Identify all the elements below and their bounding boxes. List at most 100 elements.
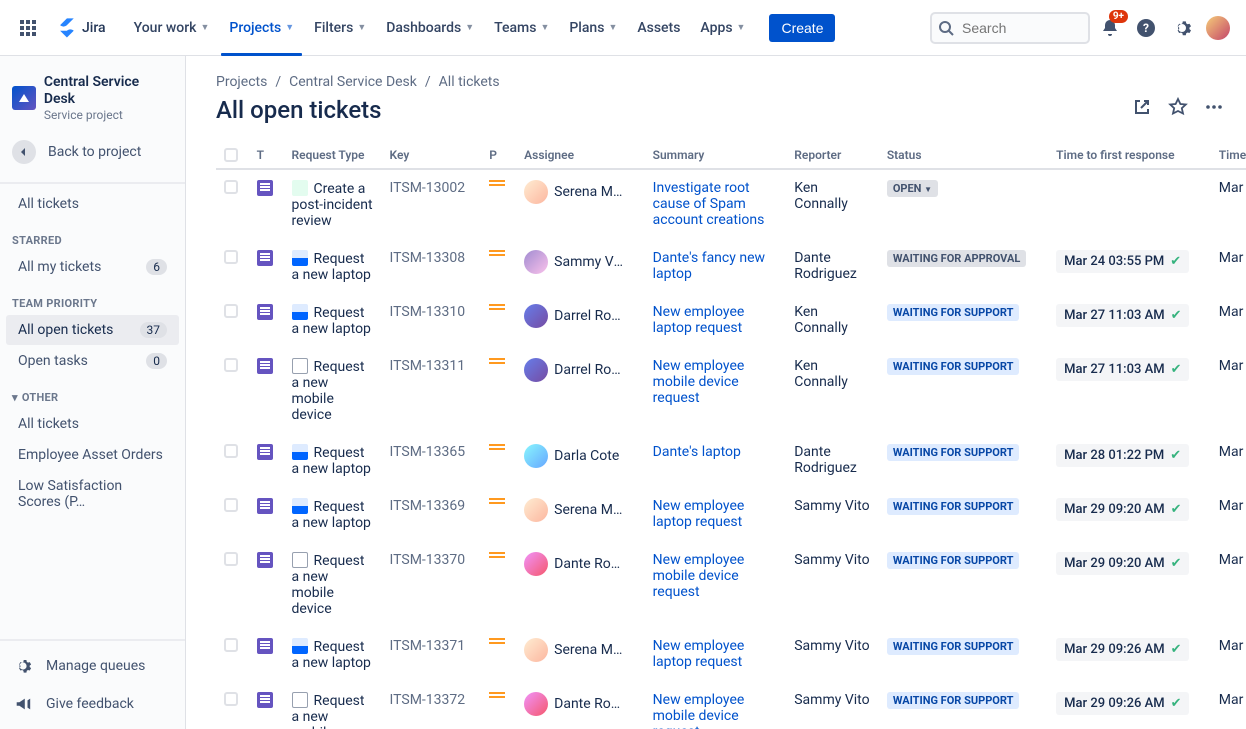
avatar [524,552,548,576]
sidebar-item[interactable]: Low Satisfaction Scores (P… [6,471,179,517]
back-to-project[interactable]: Back to project [0,130,185,174]
search-input[interactable] [930,12,1090,44]
summary-link[interactable]: New employee mobile device request [653,358,745,406]
status-badge[interactable]: WAITING FOR SUPPORT [887,692,1020,709]
sidebar-item[interactable]: All tickets [6,409,179,439]
sidebar-item[interactable]: Employee Asset Orders [6,440,179,470]
nav-apps[interactable]: Apps▼ [692,14,753,42]
col-header[interactable] [216,142,249,169]
table-row[interactable]: Request a new mobile deviceITSM-13370Dan… [216,542,1246,628]
more-icon[interactable] [1198,91,1230,123]
page-title: All open tickets [216,96,382,124]
issue-key[interactable]: ITSM-13310 [382,294,482,348]
row-checkbox[interactable] [224,552,238,566]
col-header[interactable]: Key [382,142,482,169]
col-header[interactable]: Request Type [284,142,382,169]
summary-link[interactable]: Dante's laptop [653,444,741,460]
priority-icon [489,552,505,562]
sla-badge: Mar 28 01:22 PM ✔ [1056,444,1189,467]
app-switcher-icon[interactable] [12,12,44,44]
col-header[interactable]: Reporter [786,142,879,169]
col-header[interactable]: P [481,142,516,169]
summary-link[interactable]: New employee laptop request [653,304,745,336]
nav-teams[interactable]: Teams▼ [486,14,557,42]
col-header[interactable]: Status [879,142,1048,169]
row-checkbox[interactable] [224,250,238,264]
issue-key[interactable]: ITSM-13311 [382,348,482,434]
issue-key[interactable]: ITSM-13372 [382,682,482,729]
status-badge[interactable]: WAITING FOR SUPPORT [887,638,1020,655]
status-badge[interactable]: OPEN ▼ [887,180,938,197]
col-header[interactable]: Time to [1211,142,1246,169]
profile-button[interactable] [1202,12,1234,44]
section-other[interactable]: ▾ OTHER [0,377,185,408]
status-badge[interactable]: WAITING FOR SUPPORT [887,498,1020,515]
issue-key[interactable]: ITSM-13369 [382,488,482,542]
nav-plans[interactable]: Plans▼ [561,14,625,42]
summary-link[interactable]: Investigate root cause of Spam account c… [653,180,765,228]
status-badge[interactable]: WAITING FOR SUPPORT [887,552,1020,569]
nav-your-work[interactable]: Your work▼ [126,14,218,42]
table-row[interactable]: Request a new laptopITSM-13369Serena Meh… [216,488,1246,542]
breadcrumb-item[interactable]: Central Service Desk [289,74,417,90]
issue-key[interactable]: ITSM-13370 [382,542,482,628]
row-checkbox[interactable] [224,498,238,512]
table-row[interactable]: Request a new laptopITSM-13310Darrel Ros… [216,294,1246,348]
sidebar-item[interactable]: Open tasks0 [6,346,179,376]
nav-filters[interactable]: Filters▼ [306,14,374,42]
table-row[interactable]: Request a new laptopITSM-13365Darla Cote… [216,434,1246,488]
row-checkbox[interactable] [224,180,238,194]
issue-key[interactable]: ITSM-13365 [382,434,482,488]
row-checkbox[interactable] [224,692,238,706]
sidebar-item[interactable]: All my tickets6 [6,252,179,282]
col-header[interactable]: Summary [645,142,787,169]
avatar [524,358,548,382]
status-badge[interactable]: WAITING FOR SUPPORT [887,444,1020,461]
status-badge[interactable]: WAITING FOR SUPPORT [887,358,1020,375]
sidebar-all-tickets[interactable]: All tickets [6,189,179,219]
help-button[interactable]: ? [1130,12,1162,44]
select-all-checkbox[interactable] [224,148,238,162]
breadcrumb-item[interactable]: Projects [216,74,267,90]
row-checkbox[interactable] [224,638,238,652]
settings-button[interactable] [1166,12,1198,44]
nav-dashboards[interactable]: Dashboards▼ [378,14,482,42]
row-checkbox[interactable] [224,444,238,458]
summary-link[interactable]: New employee laptop request [653,638,745,670]
svg-text:?: ? [1143,21,1149,35]
row-checkbox[interactable] [224,304,238,318]
summary-link[interactable]: New employee mobile device request [653,692,745,729]
star-icon[interactable] [1162,91,1194,123]
create-button[interactable]: Create [769,14,835,42]
nav-assets[interactable]: Assets [629,14,688,42]
jira-logo[interactable]: Jira [48,17,114,39]
sidebar-item[interactable]: All open tickets37 [6,315,179,345]
table-row[interactable]: Request a new laptopITSM-13371Serena Meh… [216,628,1246,682]
status-badge[interactable]: WAITING FOR APPROVAL [887,250,1026,267]
chevron-down-icon: ▼ [540,22,549,33]
table-row[interactable]: Create a post-incident reviewITSM-13002S… [216,169,1246,240]
check-icon: ✔ [1171,308,1182,323]
col-header[interactable]: Assignee [516,142,645,169]
table-row[interactable]: Request a new mobile deviceITSM-13372Dan… [216,682,1246,729]
open-external-icon[interactable] [1126,91,1158,123]
status-badge[interactable]: WAITING FOR SUPPORT [887,304,1020,321]
summary-link[interactable]: New employee laptop request [653,498,745,530]
col-header[interactable]: Time to first response [1048,142,1211,169]
row-checkbox[interactable] [224,358,238,372]
issue-key[interactable]: ITSM-13308 [382,240,482,294]
issue-key[interactable]: ITSM-13002 [382,169,482,240]
breadcrumb-item[interactable]: All tickets [439,74,500,90]
table-row[interactable]: Request a new laptopITSM-13308Sammy Vito… [216,240,1246,294]
summary-link[interactable]: Dante's fancy new laptop [653,250,765,282]
table-row[interactable]: Request a new mobile deviceITSM-13311Dar… [216,348,1246,434]
avatar [524,498,548,522]
give-feedback[interactable]: Give feedback [0,685,185,723]
avatar [524,304,548,328]
manage-queues[interactable]: Manage queues [0,647,185,685]
nav-projects[interactable]: Projects▼ [221,14,302,42]
col-header[interactable]: T [249,142,284,169]
notifications-button[interactable]: 9+ [1094,12,1126,44]
issue-key[interactable]: ITSM-13371 [382,628,482,682]
summary-link[interactable]: New employee mobile device request [653,552,745,600]
